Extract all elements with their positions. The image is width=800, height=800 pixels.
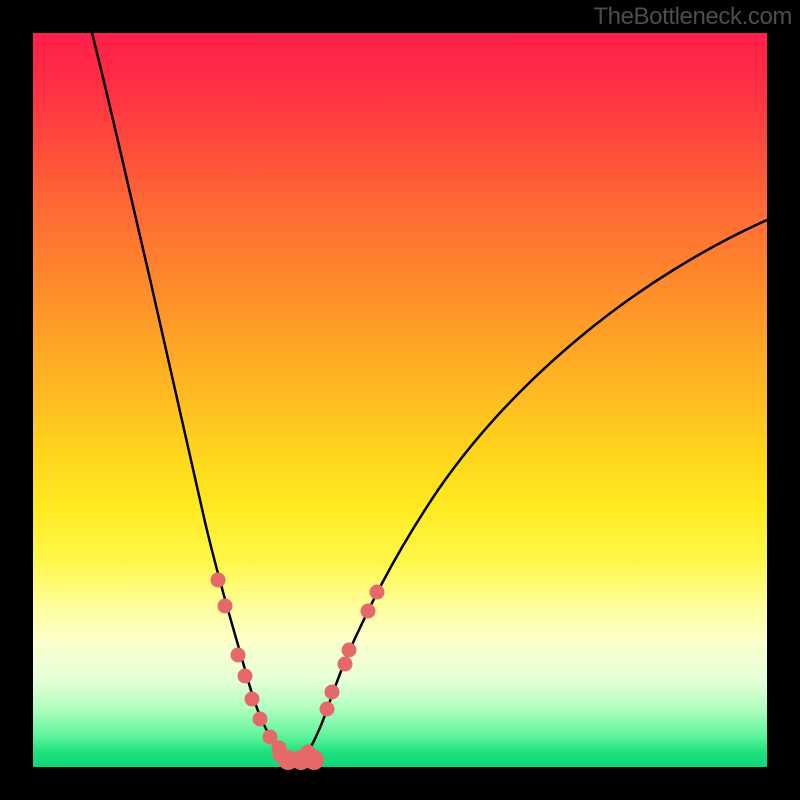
left-curve (92, 33, 301, 763)
chart-frame: TheBottleneck.com (0, 0, 800, 800)
curves-svg (33, 33, 767, 767)
plot-area (33, 33, 767, 767)
right-curve (301, 220, 767, 763)
watermark-text: TheBottleneck.com (593, 3, 792, 31)
